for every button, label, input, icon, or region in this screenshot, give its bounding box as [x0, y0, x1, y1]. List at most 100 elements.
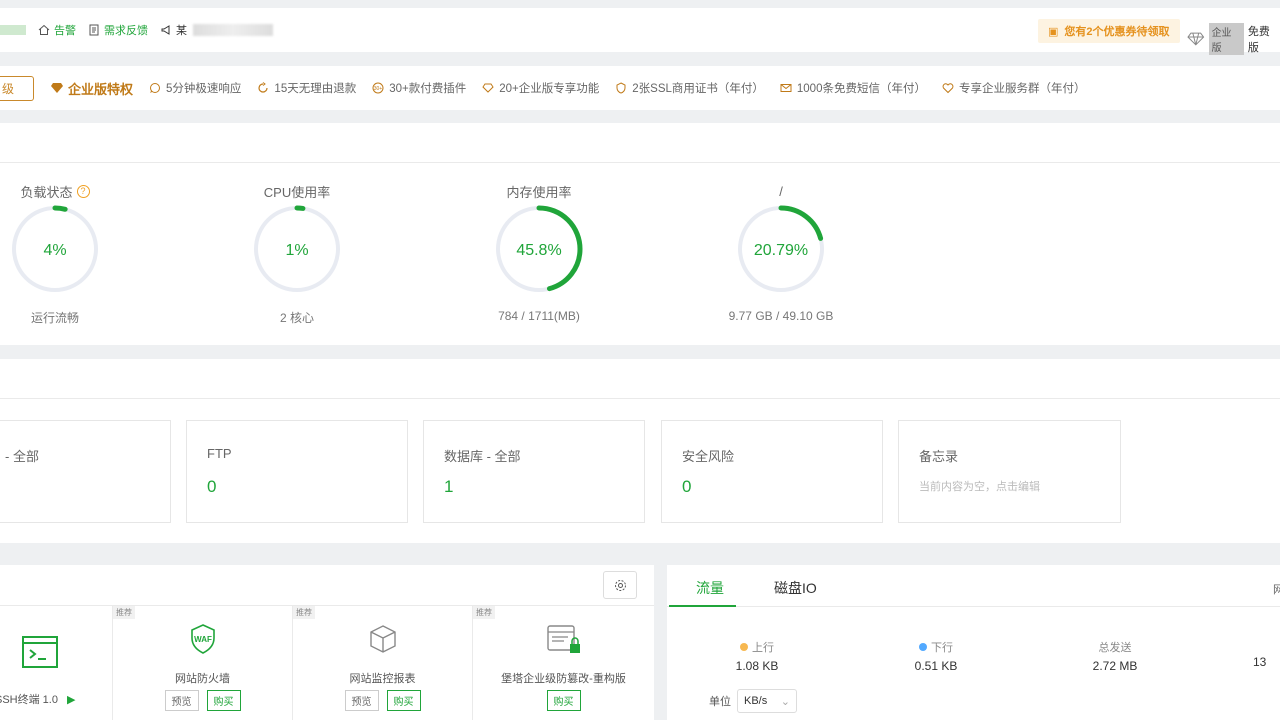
software-name: 网站防火墙 — [175, 673, 230, 685]
card-value[interactable]: 0 — [207, 477, 216, 497]
privilege-item: 2张SSL商用证书（年付） — [615, 80, 764, 96]
traffic-panel: 流量 磁盘IO 网 上行 1.08 KB 下行 0.51 KB 总发送 2.72… — [667, 565, 1280, 720]
software-name: SSH终端 1.0 ▶ — [0, 694, 76, 706]
active-tab-indicator — [669, 605, 736, 607]
card-title: 备忘录 — [919, 449, 959, 464]
card-sites[interactable]: - 全部 — [0, 420, 171, 523]
buy-button[interactable]: 购买 — [386, 690, 421, 711]
refund-icon — [258, 82, 269, 93]
chevron-down-icon: ⌄ — [780, 695, 790, 708]
diamond-icon — [1187, 32, 1205, 46]
notice-blurred-text — [193, 24, 273, 36]
gauge-title: 负载状态 ? — [0, 181, 135, 201]
card-security-risk[interactable]: 安全风险 0 — [661, 420, 883, 523]
privileges-title-text: 企业版特权 — [68, 81, 134, 97]
upgrade-button[interactable]: 级 — [0, 75, 34, 101]
unit-value: KB/s — [744, 695, 768, 707]
buy-button[interactable]: 购买 — [546, 690, 581, 711]
alarm-link[interactable]: 告警 — [38, 22, 76, 38]
privilege-label: 1000条免费短信（年付） — [796, 83, 926, 95]
document-icon — [89, 24, 99, 36]
buy-button[interactable]: 购买 — [206, 690, 241, 711]
gauge-ring: 4% — [11, 205, 99, 293]
unit-select[interactable]: KB/s ⌄ — [737, 689, 797, 713]
house-bell-icon — [38, 24, 50, 35]
gauge-title: 内存使用率 — [459, 181, 619, 201]
help-icon[interactable]: ? — [76, 184, 90, 198]
card-value[interactable]: 0 — [682, 477, 691, 497]
gauge-title-text: 负载状态 — [20, 184, 73, 200]
gauge-ring: 45.8% — [495, 205, 583, 293]
free-edition-label: 免费版 — [1247, 26, 1270, 54]
privilege-item: 20+企业版专享功能 — [482, 80, 599, 96]
truncated-tab-label: 网 — [1273, 584, 1280, 596]
tab-traffic[interactable]: 流量 — [696, 578, 724, 598]
privilege-item: 15天无理由退款 — [257, 80, 356, 96]
gauge-title: / — [701, 181, 861, 201]
card-title: 安全风险 — [682, 449, 735, 464]
software-item-waf[interactable]: 推荐 WAF 网站防火墙 预览 购买 — [113, 606, 293, 720]
gauge-load[interactable]: 负载状态 ? 4% 运行流畅 — [0, 181, 135, 326]
memo-placeholder[interactable]: 当前内容为空，点击编辑 — [919, 478, 1040, 494]
gauge-value: 45.8% — [516, 242, 561, 259]
privileges-title: 企业版特权 — [50, 79, 133, 98]
privilege-item: 30+ 30+款付费插件 — [372, 80, 466, 96]
megaphone-icon — [161, 25, 170, 35]
gauge-sub: 784 / 1711(MB) — [498, 309, 580, 323]
card-database[interactable]: 数据库 - 全部 1 — [423, 420, 645, 523]
card-value[interactable]: 1 — [444, 477, 453, 497]
preview-button[interactable]: 预览 — [344, 690, 379, 711]
gear-icon — [614, 579, 626, 591]
tab-disk-io[interactable]: 磁盘IO — [774, 578, 817, 598]
card-memo[interactable]: 备忘录 当前内容为空，点击编辑 — [898, 420, 1121, 523]
stat-value: 2.72 MB — [1092, 659, 1138, 673]
gauge-memory[interactable]: 内存使用率 45.8% 784 / 1711(MB) — [459, 181, 619, 323]
feedback-link[interactable]: 需求反馈 — [88, 22, 148, 38]
card-title: 数据库 - 全部 — [444, 449, 521, 464]
settings-button[interactable] — [603, 571, 637, 599]
gauge-cpu[interactable]: CPU使用率 1% 2 核心 — [217, 181, 377, 326]
gauge-sub: 9.77 GB / 49.10 GB — [728, 309, 834, 323]
svg-text:WAF: WAF — [194, 635, 212, 644]
alarm-label: 告警 — [54, 25, 76, 37]
software-panel: SSH终端 1.0 ▶ 推荐 WAF 网站防火墙 预览 购买 推荐 网站监控报表… — [0, 565, 654, 720]
gauge-title-text: / — [779, 183, 783, 199]
heart-group-icon — [942, 83, 954, 94]
software-item-monitor[interactable]: 推荐 网站监控报表 预览 购买 — [293, 606, 473, 720]
privilege-label: 5分钟极速响应 — [166, 83, 242, 95]
svg-text:30+: 30+ — [374, 86, 383, 92]
privilege-label: 专享企业服务群（年付） — [958, 83, 1086, 95]
coupon-banner[interactable]: ▣ 您有2个优惠券待领取 — [1038, 19, 1180, 43]
software-item-ssh[interactable]: SSH终端 1.0 ▶ — [0, 606, 113, 720]
overview-panel: - 全部 FTP 0 数据库 - 全部 1 安全风险 0 备忘录 当前内容为空，… — [0, 359, 1280, 543]
software-item-tamper[interactable]: 推荐 堡塔企业级防篡改-重构版 购买 — [473, 606, 654, 720]
card-ftp[interactable]: FTP 0 — [186, 420, 408, 523]
privilege-item: 5分钟极速响应 — [149, 80, 241, 96]
cube-icon — [369, 625, 396, 653]
diamond-icon — [482, 83, 494, 93]
stat-download: 下行 0.51 KB — [876, 639, 996, 673]
preview-button[interactable]: 预览 — [164, 690, 199, 711]
stat-value: 1.08 KB — [735, 659, 779, 673]
software-name: 网站监控报表 — [349, 673, 416, 685]
traffic-tabs: 流量 磁盘IO 网 — [667, 565, 1280, 607]
gauge-ring: 1% — [253, 205, 341, 293]
coupon-icon: ▣ — [1048, 25, 1059, 38]
browser-lock-icon — [546, 625, 580, 653]
ssl-icon — [616, 82, 626, 94]
stat-value: 0.51 KB — [914, 659, 958, 673]
play-icon[interactable]: ▶ — [67, 694, 75, 706]
enterprise-tag: 企业版 — [1208, 23, 1244, 55]
notice-prefix: 某 — [176, 25, 187, 37]
gauge-disk[interactable]: / 20.79% 9.77 GB / 49.10 GB — [701, 181, 861, 324]
enterprise-privileges-bar: 级 企业版特权 5分钟极速响应 15天无理由退款 30+ 30+款付费插件 20… — [0, 66, 1280, 110]
upload-dot-icon — [740, 643, 748, 651]
download-dot-icon — [919, 643, 927, 651]
gauge-title-text: CPU使用率 — [263, 184, 331, 200]
stat-total-received: 13 — [1253, 639, 1280, 669]
edition-badge[interactable]: 企业版 免费版 — [1187, 23, 1280, 55]
notice-item[interactable]: 某 — [160, 22, 273, 38]
software-name: 堡塔企业级防篡改-重构版 — [501, 673, 626, 685]
mail-icon — [780, 84, 792, 92]
top-header: 告警 需求反馈 某 ▣ 您有2个优惠券待领取 企业版 免费版 — [0, 8, 1280, 55]
